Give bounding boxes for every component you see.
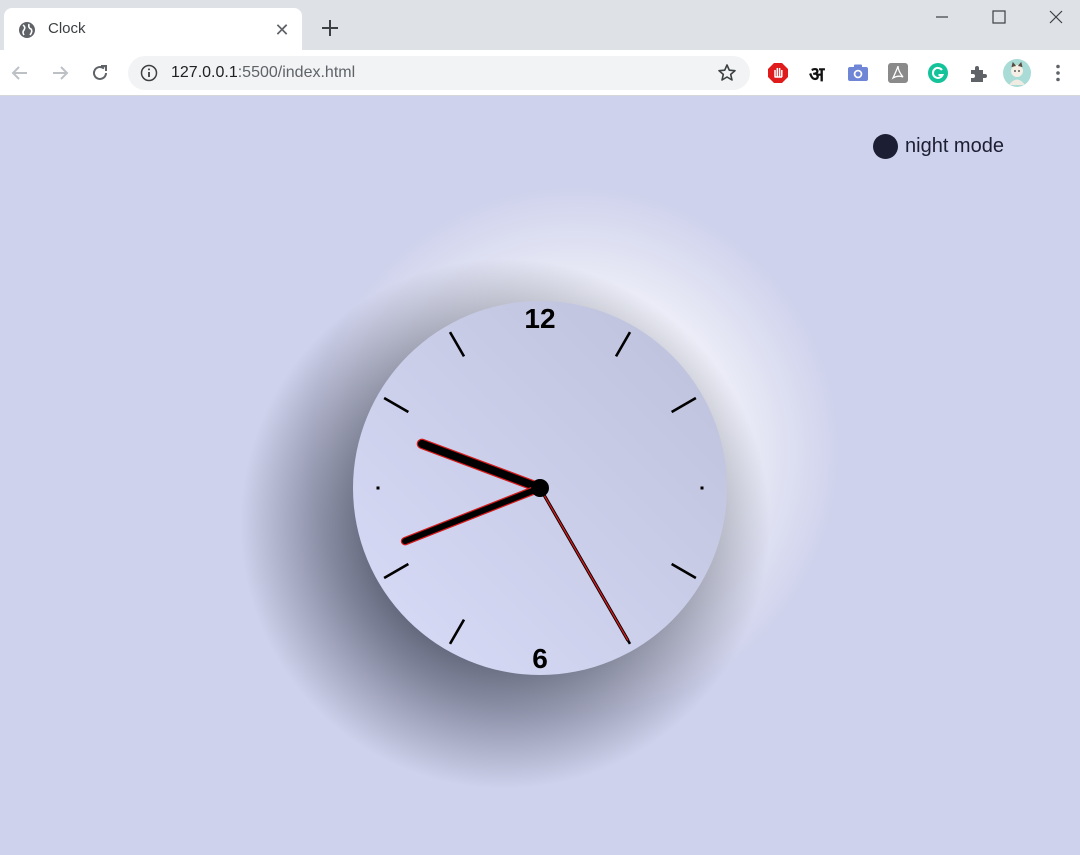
url-host: 127.0.0.1: [171, 64, 238, 81]
hindi-input-icon[interactable]: अ: [809, 60, 831, 86]
back-icon[interactable]: [9, 62, 31, 84]
globe-icon: [19, 22, 35, 38]
url-text[interactable]: 127.0.0.1:5500/index.html: [171, 64, 355, 82]
bookmark-star-icon[interactable]: [716, 62, 738, 84]
reload-icon[interactable]: [89, 62, 111, 84]
url-path: :5500/index.html: [237, 64, 356, 81]
hour-dot-3: [700, 486, 704, 490]
tab-close-icon[interactable]: ✕: [272, 20, 292, 40]
camera-icon[interactable]: [847, 62, 869, 84]
clock: 12 6: [240, 186, 840, 789]
hour-dot-9: [376, 486, 380, 490]
tab-title: Clock: [48, 20, 86, 37]
forward-icon[interactable]: [49, 62, 71, 84]
clock-number-12: 12: [524, 303, 555, 334]
grammarly-icon[interactable]: [927, 62, 949, 84]
clock-number-6: 6: [532, 643, 548, 674]
browser-tab[interactable]: Clock ✕: [4, 8, 302, 50]
browser-toolbar: 127.0.0.1:5500/index.html अ: [0, 50, 1080, 96]
center-pin: [531, 479, 549, 497]
profile-avatar[interactable]: [1003, 59, 1031, 87]
extensions-puzzle-icon[interactable]: [967, 62, 989, 84]
minimize-icon[interactable]: [931, 6, 953, 28]
info-icon[interactable]: [140, 64, 158, 82]
page-viewport: night mode 12 6: [0, 96, 1080, 855]
kebab-menu-icon[interactable]: [1047, 62, 1069, 84]
address-bar[interactable]: 127.0.0.1:5500/index.html: [128, 56, 750, 90]
pdf-icon[interactable]: [887, 62, 909, 84]
new-tab-icon[interactable]: [318, 16, 342, 40]
browser-chrome: Clock ✕ 127.0.0.1:5500/index.html अ: [0, 0, 1080, 96]
adblock-icon[interactable]: [767, 62, 789, 84]
close-window-icon[interactable]: [1045, 6, 1067, 28]
maximize-icon[interactable]: [988, 6, 1010, 28]
